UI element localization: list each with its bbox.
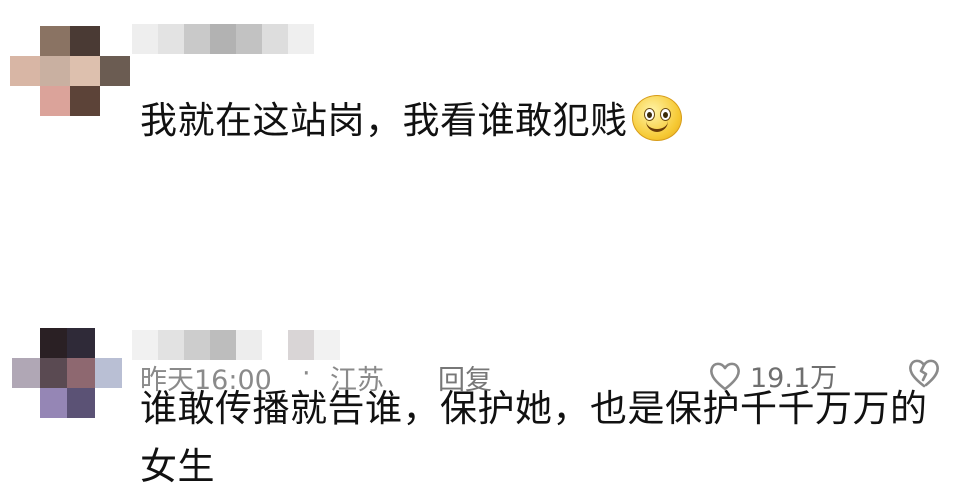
comment-text: 谁敢传播就告谁，保护她，也是保护千千万万的女生 (140, 387, 928, 488)
reply-button[interactable]: 回复 (438, 358, 492, 397)
username-blurred[interactable] (132, 24, 314, 54)
comment-time: 昨天16:00 (140, 365, 272, 396)
broken-heart-icon (909, 359, 939, 388)
like-count: 19.1万 (750, 363, 838, 394)
dislike-button[interactable] (906, 356, 942, 397)
separator-dot: · (302, 358, 311, 389)
heart-icon (710, 362, 740, 390)
comment-location: 江苏 (330, 365, 384, 396)
avatar[interactable] (10, 26, 130, 116)
avatar[interactable] (12, 328, 122, 418)
smile-emoji-icon (631, 95, 682, 141)
comment-text: 我就在这站岗，我看谁敢犯贱 (140, 92, 682, 150)
comment-item: 我就在这站岗，我看谁敢犯贱 (0, 0, 960, 160)
like-button[interactable]: 19.1万 (708, 356, 837, 395)
comment-meta: 昨天16:00 · 江苏 回复 19.1万 (140, 352, 960, 396)
comment-item: 谁敢传播就告谁，保护她，也是保护千千万万的女生 昨天16:00 · 江苏 回复 … (0, 160, 960, 488)
comment-text-body: 我就在这站岗，我看谁敢犯贱 (140, 99, 628, 142)
